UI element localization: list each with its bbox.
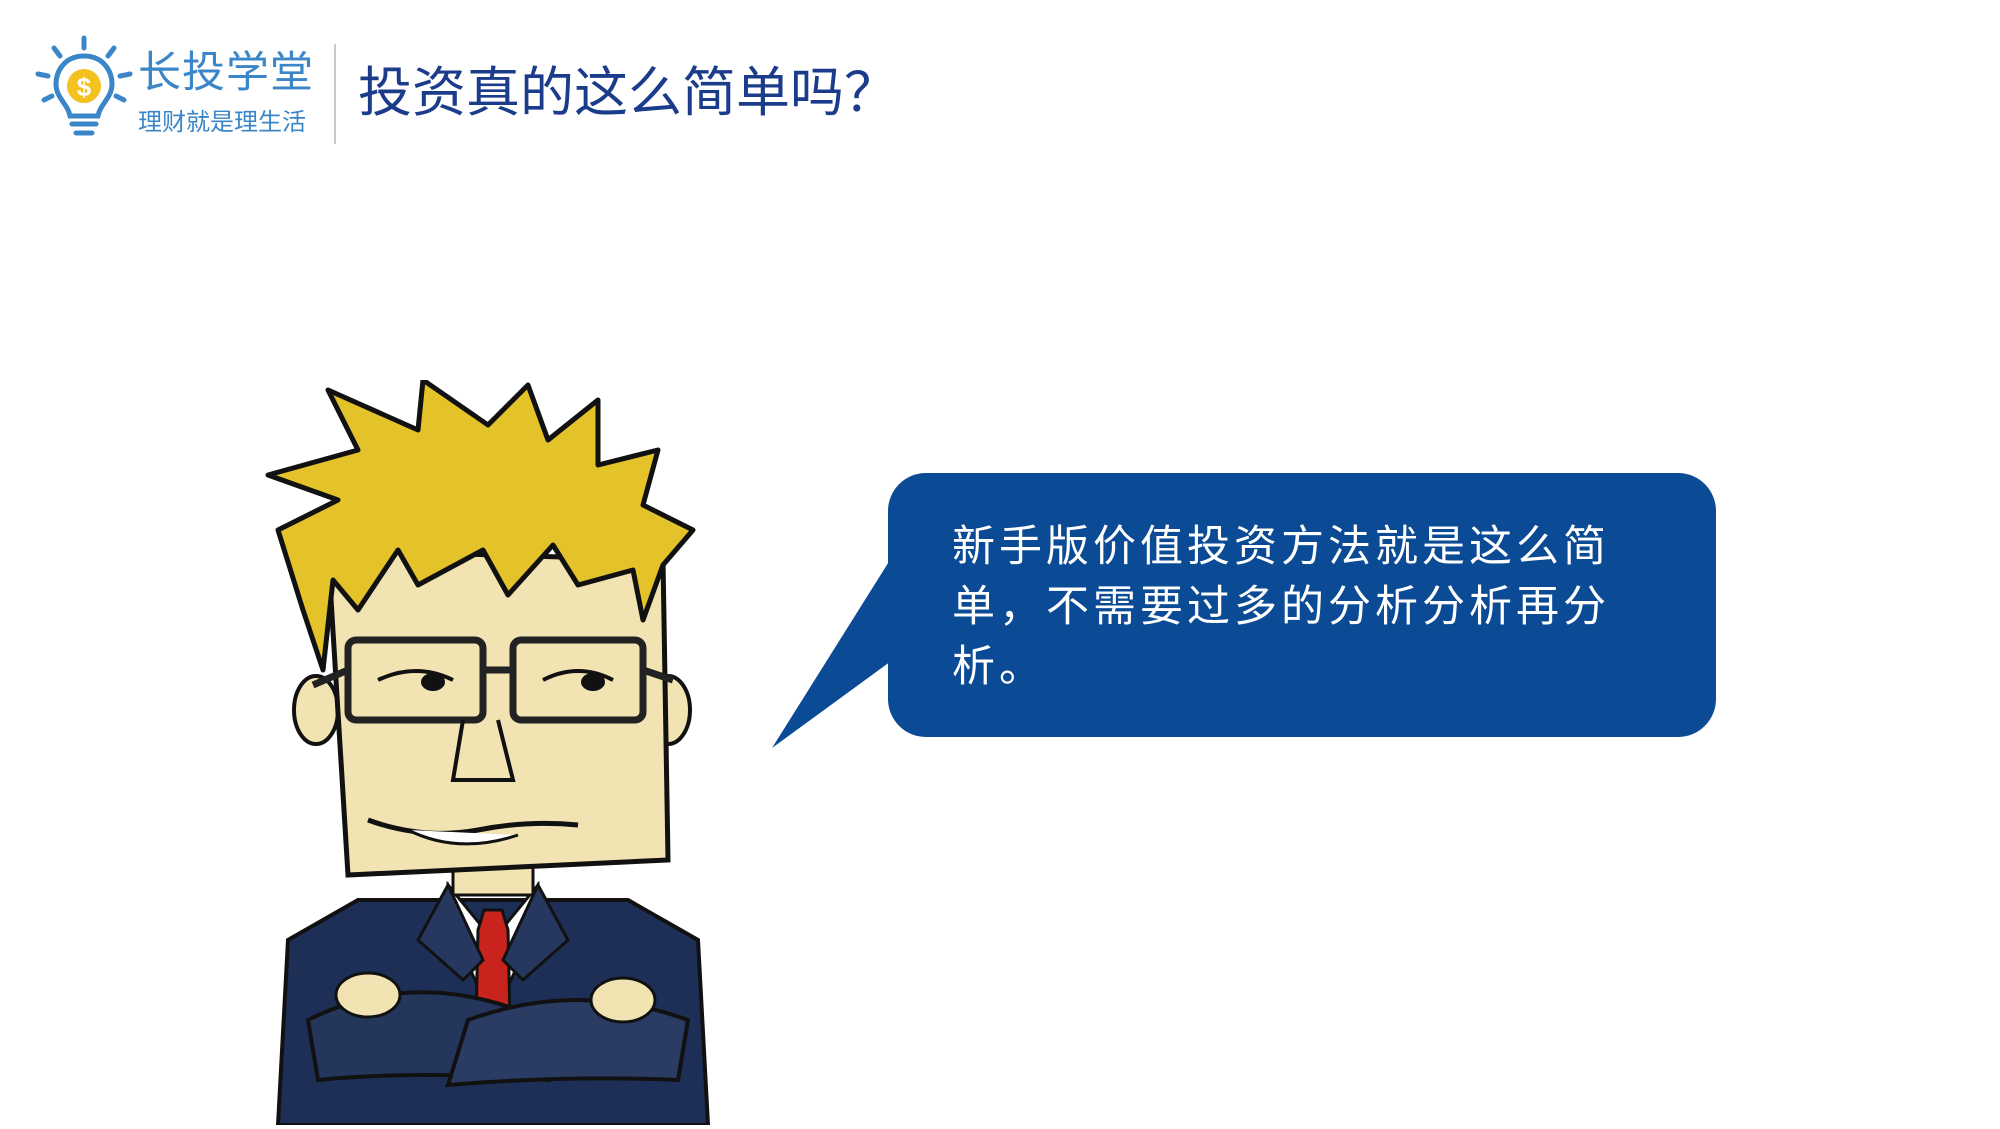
logo-slogan: 理财就是理生活: [138, 108, 306, 136]
cartoon-businessman-illustration: [248, 377, 748, 1127]
logo-name: 长投学堂: [138, 48, 314, 98]
svg-text:$: $: [77, 72, 92, 102]
speech-bubble-text: 新手版价值投资方法就是这么简单，不需要过多的分析分析再分析。: [952, 522, 1610, 692]
speech-bubble: 新手版价值投资方法就是这么简单，不需要过多的分析分析再分析。: [888, 473, 1716, 737]
lightbulb-dollar-icon: $: [34, 34, 134, 144]
page-title: 投资真的这么简单吗？: [358, 61, 898, 124]
header-divider: [334, 44, 336, 144]
